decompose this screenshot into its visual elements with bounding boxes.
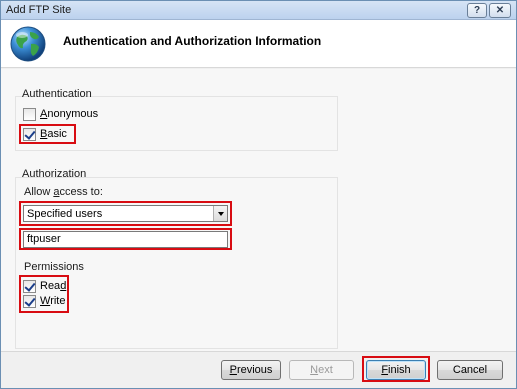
add-ftp-site-dialog: Add FTP Site ? ✕ Authentication and Auth…	[0, 0, 517, 389]
close-button[interactable]: ✕	[489, 3, 511, 18]
write-label: Write	[40, 295, 66, 307]
anonymous-checkbox[interactable]	[23, 107, 36, 121]
help-button[interactable]: ?	[467, 3, 487, 18]
authorization-label: Authorization	[22, 168, 87, 180]
anonymous-label: Anonymous	[40, 108, 99, 120]
title-bar[interactable]: Add FTP Site ? ✕	[1, 1, 516, 20]
read-checkbox[interactable]	[23, 279, 36, 293]
anonymous-checkbox-row[interactable]: Anonymous	[23, 107, 98, 121]
read-label: Read	[40, 280, 67, 292]
allow-access-label: Allow access to:	[24, 186, 103, 198]
window-title: Add FTP Site	[6, 4, 72, 16]
read-checkbox-row[interactable]: Read	[23, 279, 66, 293]
chevron-down-icon[interactable]	[213, 206, 227, 221]
cancel-button[interactable]: Cancel	[437, 360, 503, 380]
users-input[interactable]: ftpuser	[23, 231, 228, 248]
basic-checkbox-row[interactable]: Basic	[23, 127, 67, 141]
finish-button[interactable]: Finish	[366, 360, 426, 380]
allow-access-dropdown[interactable]: Specified users	[23, 205, 228, 222]
allow-access-value: Specified users	[27, 207, 103, 220]
write-checkbox[interactable]	[23, 294, 36, 308]
wizard-header: Authentication and Authorization Informa…	[1, 20, 516, 68]
basic-checkbox[interactable]	[23, 127, 36, 141]
write-checkbox-row[interactable]: Write	[23, 294, 65, 308]
page-title: Authentication and Authorization Informa…	[63, 34, 322, 48]
globe-icon	[10, 26, 46, 62]
authentication-group	[15, 96, 338, 151]
basic-label: Basic	[40, 128, 67, 140]
permissions-label: Permissions	[24, 261, 84, 273]
authentication-label: Authentication	[22, 88, 92, 100]
next-button[interactable]: Next	[289, 360, 354, 380]
wizard-footer: Previous Next Finish Cancel	[1, 351, 516, 388]
previous-button[interactable]: Previous	[221, 360, 281, 380]
